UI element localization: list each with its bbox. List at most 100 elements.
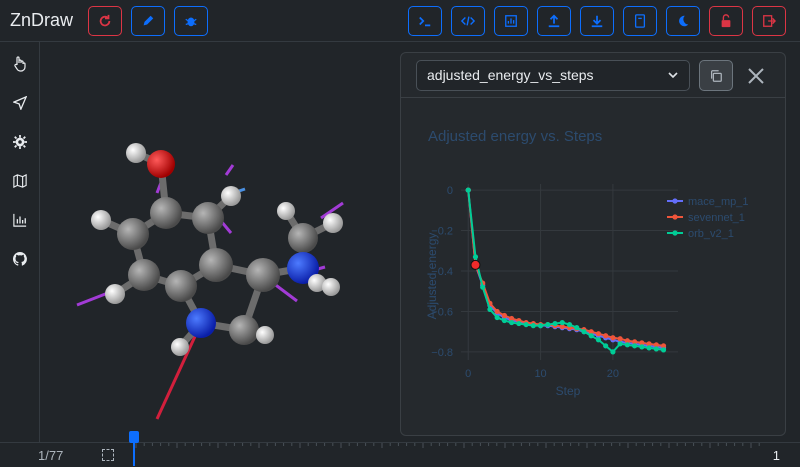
y-tick-label: −0.2 xyxy=(431,226,453,238)
plot-panel-header: adjusted_energy_vs_steps xyxy=(401,53,785,98)
data-point xyxy=(660,347,667,353)
data-point xyxy=(610,349,616,355)
gear-icon xyxy=(13,135,27,149)
lock-button[interactable] xyxy=(709,6,743,36)
energy-chart: Adjusted energy vs. Steps Step Adjusted … xyxy=(425,128,749,398)
theme-button[interactable] xyxy=(666,6,700,36)
data-point xyxy=(487,306,493,313)
data-point xyxy=(595,337,602,343)
data-point xyxy=(588,333,594,339)
book-icon xyxy=(634,14,646,28)
bar-chart-icon xyxy=(13,213,27,227)
sidebar-item-selection[interactable] xyxy=(10,54,30,74)
plot-select-value: adjusted_energy_vs_steps xyxy=(427,67,594,83)
legend-marker xyxy=(672,214,678,220)
terminal-icon xyxy=(419,16,431,27)
analysis-button[interactable] xyxy=(494,6,528,36)
data-point xyxy=(465,187,471,193)
refresh-button[interactable] xyxy=(88,6,122,36)
docs-button[interactable] xyxy=(623,6,657,36)
data-point xyxy=(595,331,602,337)
left-sidebar xyxy=(0,42,40,442)
refresh-icon xyxy=(99,14,111,27)
data-point xyxy=(472,254,479,260)
data-point xyxy=(632,343,638,349)
data-point xyxy=(501,312,507,319)
data-point xyxy=(516,320,522,327)
data-point xyxy=(639,344,645,350)
data-point xyxy=(559,319,565,326)
sidebar-item-geometry[interactable] xyxy=(10,171,30,191)
x-tick-label: 0 xyxy=(465,368,471,380)
edit-button[interactable] xyxy=(131,6,165,36)
data-point xyxy=(566,321,573,328)
code-button[interactable] xyxy=(451,6,485,36)
legend-label: sevennet_1 xyxy=(688,212,745,224)
pencil-icon xyxy=(143,15,154,26)
data-point xyxy=(581,329,587,335)
data-point xyxy=(494,314,500,321)
y-tick-label: −0.6 xyxy=(431,306,453,318)
data-point xyxy=(617,336,623,342)
download-icon xyxy=(591,15,603,28)
data-point xyxy=(610,335,616,341)
data-point xyxy=(617,341,623,347)
data-point xyxy=(494,308,500,315)
sidebar-item-interaction[interactable] xyxy=(10,93,30,113)
sidebar-item-analysis[interactable] xyxy=(10,210,30,230)
data-point xyxy=(552,320,558,327)
y-tick-label: −0.4 xyxy=(431,266,453,278)
data-point xyxy=(574,325,580,331)
moon-icon xyxy=(679,15,689,27)
chart-title: Adjusted energy vs. Steps xyxy=(428,128,602,145)
download-button[interactable] xyxy=(580,6,614,36)
legend-marker xyxy=(672,198,678,204)
data-point xyxy=(501,317,507,324)
legend-label: orb_v2_1 xyxy=(688,228,734,240)
analysis-icon xyxy=(505,15,517,27)
sidebar-item-settings[interactable] xyxy=(10,132,30,152)
timeline-end-label: 1 xyxy=(772,448,780,463)
plot-select[interactable]: adjusted_energy_vs_steps xyxy=(416,60,690,91)
data-point xyxy=(646,345,652,351)
data-point xyxy=(653,346,659,352)
hand-pointer-icon xyxy=(14,56,26,72)
plot-panel: adjusted_energy_vs_steps Adjusted energy… xyxy=(400,52,786,436)
top-navbar: ZnDraw xyxy=(0,0,800,42)
terminal-button[interactable] xyxy=(408,6,442,36)
highlight-point xyxy=(470,259,481,270)
bug-button[interactable] xyxy=(174,6,208,36)
data-point xyxy=(545,321,551,328)
copy-icon xyxy=(711,69,722,82)
data-point xyxy=(509,319,515,326)
x-axis-label: Step xyxy=(556,384,581,398)
logout-button[interactable] xyxy=(752,6,786,36)
data-point xyxy=(523,321,529,328)
y-tick-label: 0 xyxy=(447,185,453,197)
map-icon xyxy=(13,174,27,188)
x-tick-label: 20 xyxy=(607,368,619,380)
code-icon xyxy=(461,16,475,26)
sidebar-item-github[interactable] xyxy=(10,249,30,269)
data-point xyxy=(624,342,630,348)
data-point xyxy=(603,333,609,339)
legend-label: mace_mp_1 xyxy=(688,196,749,208)
brand-title: ZnDraw xyxy=(10,10,74,30)
timeline-track[interactable] xyxy=(134,443,774,467)
copy-button[interactable] xyxy=(699,60,733,91)
data-point xyxy=(480,284,486,290)
chevron-down-icon xyxy=(668,72,678,79)
github-icon xyxy=(13,252,27,266)
bug-icon xyxy=(185,17,197,27)
legend-marker xyxy=(672,230,678,236)
upload-button[interactable] xyxy=(537,6,571,36)
molecule-scene xyxy=(76,143,344,420)
close-icon[interactable] xyxy=(745,65,767,87)
frame-indicator-line xyxy=(133,442,135,466)
send-icon xyxy=(13,96,27,110)
timeline-scrubber[interactable] xyxy=(129,431,139,443)
data-point xyxy=(603,343,609,349)
frame-counter: 1/77 xyxy=(38,448,64,463)
data-point xyxy=(537,323,544,329)
selection-box-icon[interactable] xyxy=(102,449,114,461)
